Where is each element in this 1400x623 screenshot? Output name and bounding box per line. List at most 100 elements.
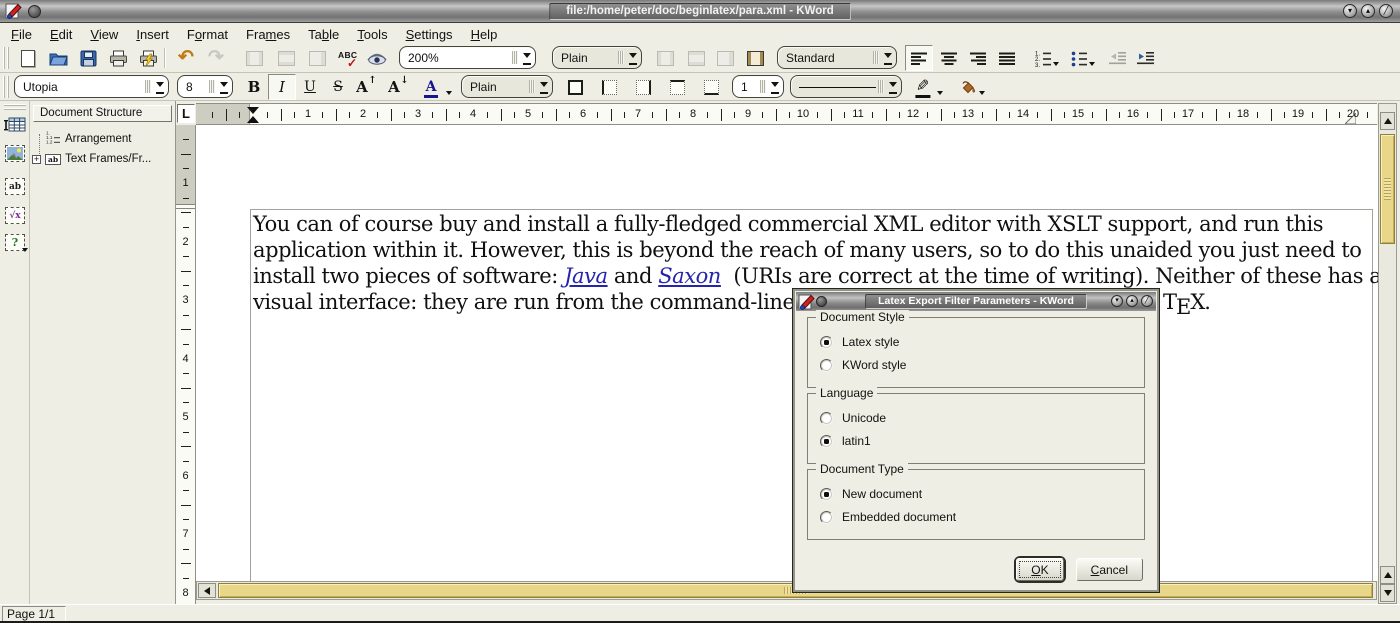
indent-marker[interactable] bbox=[247, 107, 259, 123]
scroll-up-button-2[interactable] bbox=[1380, 566, 1395, 584]
dialog-menu-button[interactable] bbox=[816, 296, 827, 307]
minimize-button[interactable]: ▾ bbox=[1111, 295, 1123, 307]
align-left-button[interactable] bbox=[905, 45, 933, 71]
hyperlink[interactable]: Java bbox=[564, 264, 608, 288]
radio-kword-style[interactable]: KWord style bbox=[820, 357, 906, 373]
minimize-button[interactable]: ▾ bbox=[1343, 4, 1357, 18]
style-set-combo-arrow[interactable] bbox=[882, 47, 896, 68]
zoom-combo[interactable]: 200% bbox=[399, 46, 536, 69]
frame-tool-2-button[interactable] bbox=[272, 45, 300, 71]
radio-indicator[interactable] bbox=[820, 435, 833, 448]
menu-item-format[interactable]: Format bbox=[178, 25, 237, 44]
border-style-combo[interactable] bbox=[790, 75, 902, 98]
zoom-combo-arrow[interactable] bbox=[521, 47, 535, 68]
frame-style-combo[interactable]: Plain bbox=[461, 75, 553, 98]
view-eye-button[interactable] bbox=[363, 45, 391, 71]
menu-item-table[interactable]: Table bbox=[299, 25, 348, 44]
insert-object-button[interactable]: ? bbox=[2, 229, 28, 256]
maximize-button[interactable]: ▴ bbox=[1361, 4, 1375, 18]
underline-button[interactable]: U bbox=[296, 74, 324, 100]
document-structure-tree[interactable]: 1.1.11.2Arrangement+abText Frames/Fr... bbox=[30, 124, 175, 168]
radio-latin1[interactable]: latin1 bbox=[820, 433, 871, 449]
menu-item-insert[interactable]: Insert bbox=[127, 25, 178, 44]
scroll-left-button[interactable] bbox=[198, 583, 216, 598]
toolbar1-grip[interactable] bbox=[3, 47, 11, 69]
scroll-down-button[interactable] bbox=[1380, 584, 1395, 602]
radio-indicator[interactable] bbox=[820, 336, 833, 349]
numbered-list-button[interactable]: 1.2.3. bbox=[1026, 45, 1060, 71]
frame-borders-button[interactable] bbox=[741, 45, 769, 71]
font-color-button[interactable]: A bbox=[417, 74, 453, 100]
radio-indicator[interactable] bbox=[820, 488, 833, 501]
border-bottom-button[interactable] bbox=[696, 74, 726, 100]
undo-button[interactable]: ↶ bbox=[172, 45, 200, 71]
italic-button[interactable]: I bbox=[268, 74, 296, 100]
frame-tool-1-button[interactable] bbox=[240, 45, 268, 71]
style-set-combo[interactable]: Standard bbox=[777, 46, 897, 69]
toolbar2-grip[interactable] bbox=[3, 76, 11, 98]
v-ruler[interactable]: 12345678 bbox=[176, 125, 196, 604]
align-right-button[interactable] bbox=[964, 45, 992, 71]
close-button[interactable]: ╱ bbox=[1141, 295, 1153, 307]
radio-indicator[interactable] bbox=[820, 359, 833, 372]
border-color-button-arrow[interactable] bbox=[937, 91, 943, 98]
font-size-combo-arrow[interactable] bbox=[218, 76, 232, 97]
menu-item-tools[interactable]: Tools bbox=[348, 25, 396, 44]
background-color-button-arrow[interactable] bbox=[979, 91, 985, 98]
border-right-button[interactable] bbox=[628, 74, 658, 100]
kword-icon[interactable] bbox=[5, 3, 22, 20]
frame-style-3-button[interactable] bbox=[711, 45, 739, 71]
menu-item-edit[interactable]: Edit bbox=[41, 25, 81, 44]
paragraph-style-combo-arrow[interactable] bbox=[627, 47, 641, 68]
title-bar[interactable]: file:/home/peter/doc/beginlatex/para.xml… bbox=[0, 0, 1400, 23]
close-button[interactable]: ╱ bbox=[1379, 4, 1393, 18]
expander-icon[interactable]: + bbox=[32, 155, 41, 164]
spellcheck-button[interactable]: ABC✓ bbox=[334, 45, 362, 71]
menu-item-view[interactable]: View bbox=[81, 25, 127, 44]
bullet-list-button-arrow[interactable] bbox=[1089, 62, 1095, 69]
border-top-button[interactable] bbox=[662, 74, 692, 100]
background-color-button[interactable] bbox=[950, 74, 986, 100]
radio-new-document[interactable]: New document bbox=[820, 486, 922, 502]
menu-item-help[interactable]: Help bbox=[462, 25, 507, 44]
frame-tool-3-button[interactable] bbox=[303, 45, 331, 71]
insert-table-button[interactable] bbox=[2, 111, 28, 138]
insert-text-frame-button[interactable]: ab bbox=[2, 173, 28, 200]
print-preview-button[interactable] bbox=[134, 45, 162, 71]
border-outline-button[interactable] bbox=[560, 74, 590, 100]
ok-button[interactable]: OK bbox=[1016, 558, 1063, 581]
outdent-button[interactable] bbox=[1103, 45, 1131, 71]
border-width-combo[interactable]: 1 bbox=[732, 75, 784, 98]
numbered-list-button-arrow[interactable] bbox=[1053, 62, 1059, 69]
dialog-title-bar[interactable]: Latex Export Filter Parameters - KWord ▾… bbox=[796, 292, 1156, 311]
print-button[interactable] bbox=[104, 45, 132, 71]
bold-button[interactable]: B bbox=[240, 74, 268, 100]
vertical-scrollbar[interactable] bbox=[1378, 103, 1397, 604]
font-family-combo-arrow[interactable] bbox=[154, 76, 168, 97]
menu-item-settings[interactable]: Settings bbox=[397, 25, 462, 44]
radio-embedded-document[interactable]: Embedded document bbox=[820, 509, 956, 525]
decrease-font-button[interactable]: A↓ bbox=[384, 74, 412, 100]
border-width-combo-arrow[interactable] bbox=[769, 76, 783, 97]
border-left-button[interactable] bbox=[594, 74, 624, 100]
bullet-list-button[interactable] bbox=[1062, 45, 1096, 71]
insert-object-button-arrow[interactable] bbox=[22, 248, 28, 255]
radio-unicode[interactable]: Unicode bbox=[820, 410, 886, 426]
font-color-button-arrow[interactable] bbox=[446, 91, 452, 98]
insert-picture-button[interactable] bbox=[2, 140, 28, 167]
border-color-button[interactable]: ✎ bbox=[908, 74, 944, 100]
tree-item-text-frames-fr[interactable]: +abText Frames/Fr... bbox=[30, 150, 175, 168]
radio-indicator[interactable] bbox=[820, 511, 833, 524]
indent-button[interactable] bbox=[1131, 45, 1159, 71]
horizontal-scrollbar[interactable] bbox=[196, 581, 1377, 600]
window-menu-button[interactable] bbox=[28, 5, 41, 18]
border-style-combo-arrow[interactable] bbox=[887, 76, 901, 97]
paragraph-style-combo[interactable]: Plain bbox=[552, 46, 642, 69]
menu-item-file[interactable]: File bbox=[2, 25, 41, 44]
frame-style-1-button[interactable] bbox=[651, 45, 679, 71]
new-document-button[interactable] bbox=[14, 45, 42, 71]
redo-button[interactable]: ↷ bbox=[202, 45, 230, 71]
radio-indicator[interactable] bbox=[820, 412, 833, 425]
maximize-button[interactable]: ▴ bbox=[1126, 295, 1138, 307]
radio-latex-style[interactable]: Latex style bbox=[820, 334, 899, 350]
